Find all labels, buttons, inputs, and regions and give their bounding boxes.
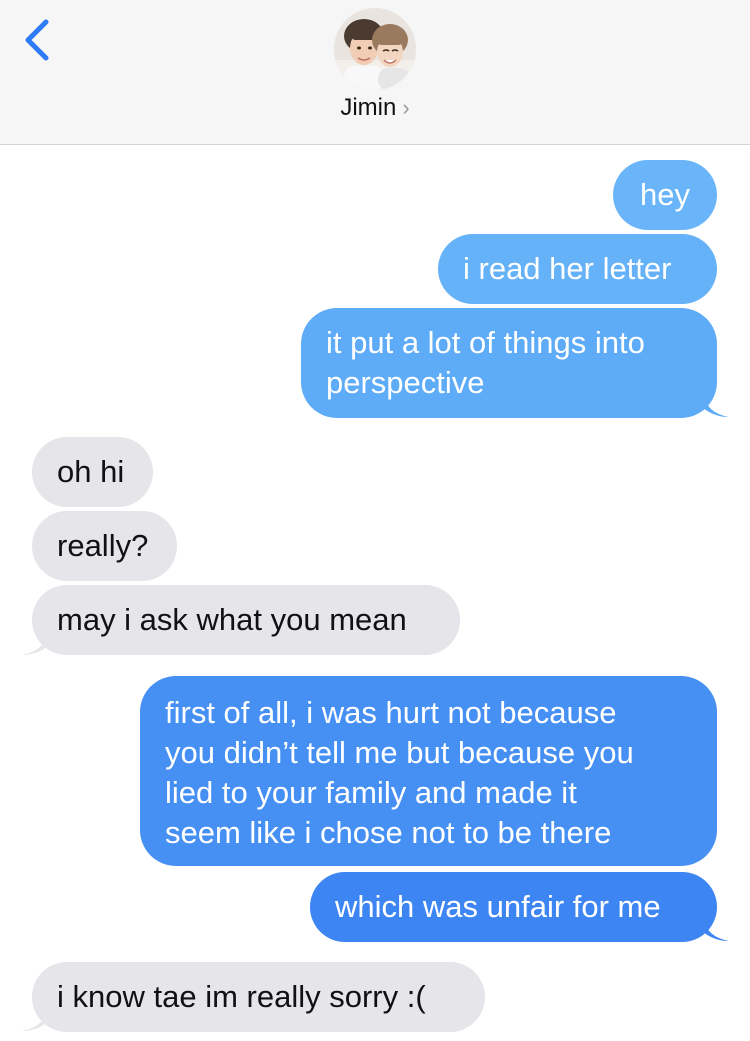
conversation-header: Jimin ›	[0, 0, 750, 145]
message-text: oh hi	[57, 454, 125, 489]
contact-name-button[interactable]: Jimin ›	[0, 94, 750, 122]
message-text-line: perspective	[326, 365, 485, 400]
bubble-tail	[22, 1006, 48, 1031]
avatar[interactable]	[334, 8, 416, 90]
bubble-tail	[703, 916, 729, 941]
message-text-line: first of all, i was hurt not because	[165, 695, 617, 730]
message-bubble-sent[interactable]: which was unfair for me	[310, 872, 717, 942]
message-text: which was unfair for me	[335, 889, 661, 924]
message-text: i read her letter	[463, 251, 672, 286]
message-text-line: it put a lot of things into	[326, 325, 645, 360]
contact-avatar-photo	[334, 8, 416, 90]
message-bubble-received[interactable]: really?	[32, 511, 177, 581]
chevron-right-icon: ›	[402, 95, 410, 120]
back-button[interactable]	[18, 16, 62, 64]
message-text: really?	[57, 528, 149, 563]
message-text-line: seem like i chose not to be there	[165, 815, 612, 850]
message-bubble-sent[interactable]: first of all, i was hurt not because you…	[140, 676, 717, 866]
message-bubble-sent[interactable]: it put a lot of things into perspective	[301, 308, 717, 418]
message-bubble-sent[interactable]: i read her letter	[438, 234, 717, 304]
message-bubble-received[interactable]: oh hi	[32, 437, 153, 507]
message-text: may i ask what you mean	[57, 602, 407, 637]
bubble-tail	[22, 630, 48, 655]
message-bubble-sent[interactable]: hey	[613, 160, 717, 230]
message-text-line: lied to your family and made it	[165, 775, 577, 810]
message-bubble-received[interactable]: may i ask what you mean	[32, 585, 460, 655]
message-text: i know tae im really sorry :(	[57, 979, 426, 1014]
bubble-tail	[703, 392, 729, 417]
message-text: hey	[640, 177, 690, 212]
chevron-left-icon	[25, 19, 49, 61]
message-bubble-received[interactable]: i know tae im really sorry :(	[32, 962, 485, 1032]
message-text-line: you didn’t tell me but because you	[165, 735, 634, 770]
contact-name: Jimin	[340, 94, 397, 121]
